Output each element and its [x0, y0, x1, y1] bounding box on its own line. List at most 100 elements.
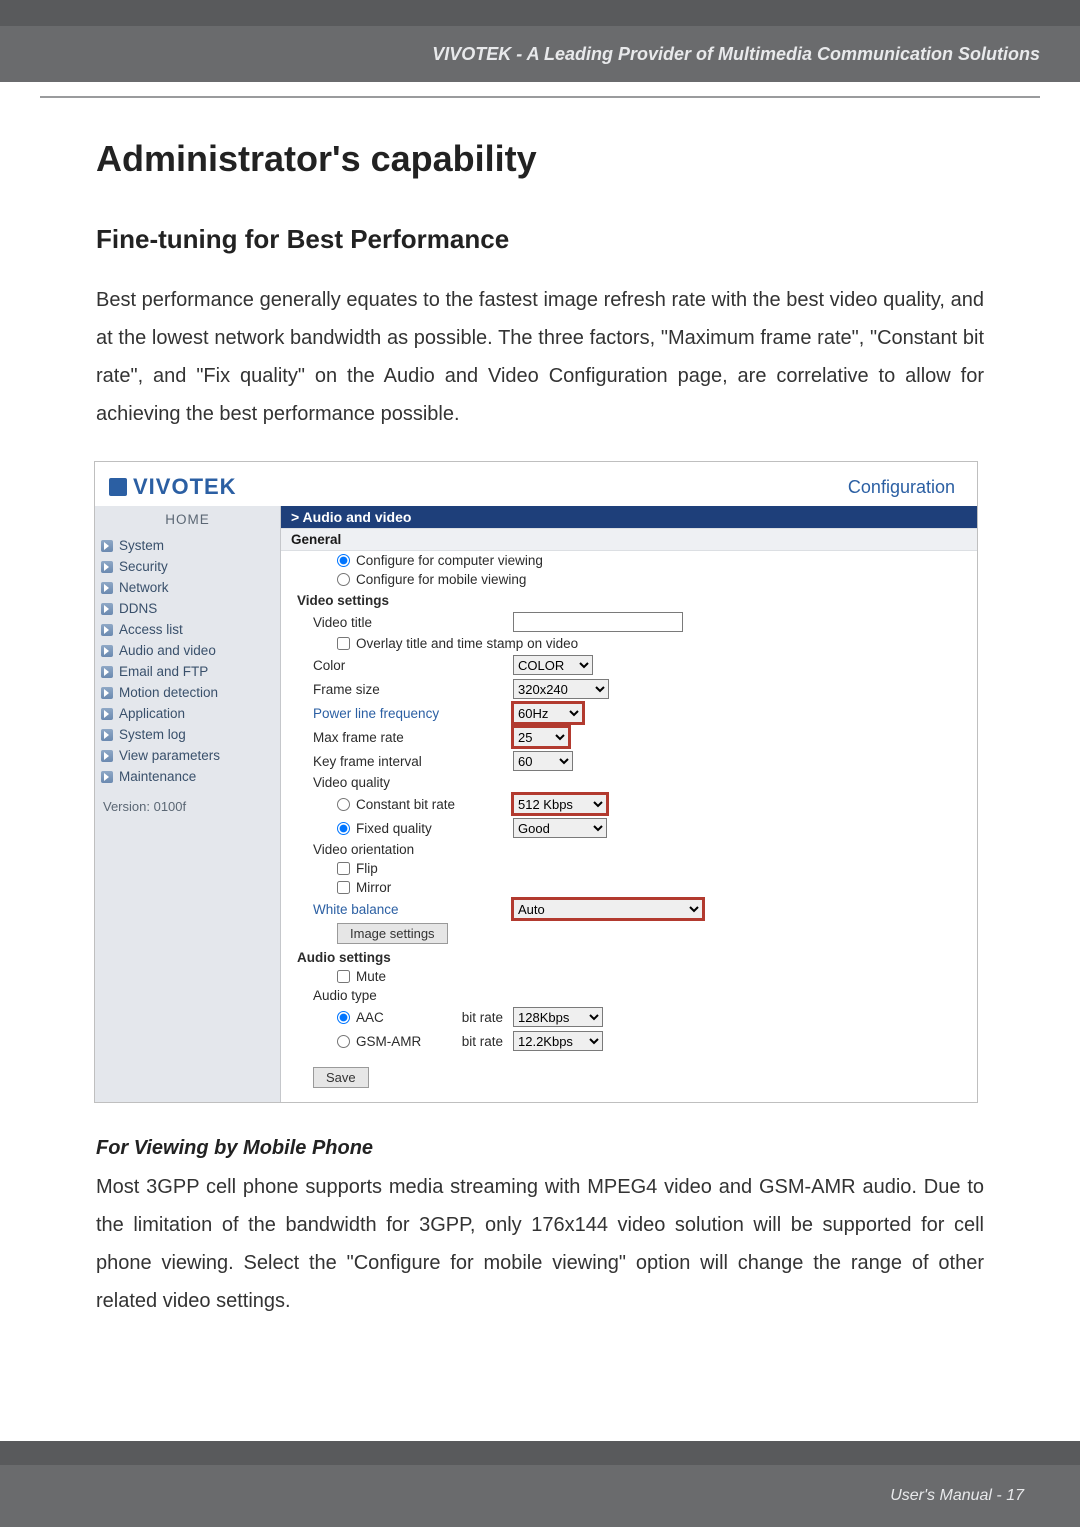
arrow-icon — [101, 624, 113, 636]
arrow-icon — [101, 729, 113, 741]
power-line-label: Power line frequency — [313, 706, 503, 721]
sidebar-item-security[interactable]: Security — [95, 556, 280, 577]
key-frame-select[interactable]: 60 — [513, 751, 573, 771]
checkbox-label: Flip — [356, 861, 378, 876]
config-screenshot: VIVOTEK Configuration HOME System Securi… — [94, 461, 978, 1103]
gsm-bitrate-label: bit rate — [447, 1034, 503, 1049]
radio-label: Configure for mobile viewing — [356, 572, 526, 587]
top-band — [0, 0, 1080, 26]
radio-gsm-amr[interactable]: GSM-AMR — [337, 1034, 437, 1049]
sidebar-item-label: System log — [119, 727, 186, 742]
radio-label: GSM-AMR — [356, 1034, 421, 1049]
arrow-icon — [101, 687, 113, 699]
radio-fixed-quality[interactable]: Fixed quality — [337, 821, 503, 836]
main-panel: > Audio and video General Configure for … — [281, 506, 977, 1102]
video-settings-heading: Video settings — [281, 589, 977, 610]
mute-checkbox[interactable]: Mute — [337, 969, 386, 984]
header-band: VIVOTEK - A Leading Provider of Multimed… — [0, 26, 1080, 82]
arrow-icon — [101, 540, 113, 552]
aac-bitrate-select[interactable]: 128Kbps — [513, 1007, 603, 1027]
sidebar-item-system-log[interactable]: System log — [95, 724, 280, 745]
audio-type-label: Audio type — [313, 988, 503, 1003]
checkbox-label: Overlay title and time stamp on video — [356, 636, 578, 651]
logo-text: VIVOTEK — [133, 474, 237, 500]
color-label: Color — [313, 658, 503, 673]
sidebar-item-ddns[interactable]: DDNS — [95, 598, 280, 619]
radio-aac[interactable]: AAC — [337, 1010, 437, 1025]
page-title: Administrator's capability — [96, 138, 984, 180]
footer-top-band — [0, 1441, 1080, 1465]
key-frame-label: Key frame interval — [313, 754, 503, 769]
sidebar-item-label: View parameters — [119, 748, 220, 763]
sidebar-item-view-parameters[interactable]: View parameters — [95, 745, 280, 766]
video-orientation-label: Video orientation — [313, 842, 503, 857]
mobile-paragraph: Most 3GPP cell phone supports media stre… — [96, 1168, 984, 1320]
radio-label: Configure for computer viewing — [356, 553, 543, 568]
white-balance-select[interactable]: Auto — [513, 899, 703, 919]
constant-bitrate-select[interactable]: 512 Kbps — [513, 794, 607, 814]
sidebar-item-label: Audio and video — [119, 643, 216, 658]
version-label: Version: 0100f — [95, 787, 280, 826]
sidebar-item-label: Security — [119, 559, 168, 574]
power-line-select[interactable]: 60Hz — [513, 703, 583, 723]
breadcrumb: > Audio and video — [281, 506, 977, 528]
sidebar-item-access-list[interactable]: Access list — [95, 619, 280, 640]
arrow-icon — [101, 771, 113, 783]
sidebar-item-maintenance[interactable]: Maintenance — [95, 766, 280, 787]
sidebar-item-label: Access list — [119, 622, 183, 637]
sidebar: HOME System Security Network DDNS Access… — [95, 506, 281, 1102]
intro-paragraph: Best performance generally equates to th… — [96, 281, 984, 433]
sidebar-item-label: Maintenance — [119, 769, 196, 784]
radio-configure-computer[interactable]: Configure for computer viewing — [337, 553, 543, 568]
sidebar-item-motion[interactable]: Motion detection — [95, 682, 280, 703]
color-select[interactable]: COLOR — [513, 655, 593, 675]
radio-constant-bitrate[interactable]: Constant bit rate — [337, 797, 503, 812]
header-tagline: VIVOTEK - A Leading Provider of Multimed… — [432, 44, 1040, 65]
video-quality-label: Video quality — [313, 775, 503, 790]
video-title-input[interactable] — [513, 612, 683, 632]
white-balance-label: White balance — [313, 902, 503, 917]
mirror-checkbox[interactable]: Mirror — [337, 880, 391, 895]
checkbox-label: Mirror — [356, 880, 391, 895]
sidebar-item-label: Application — [119, 706, 185, 721]
aac-bitrate-label: bit rate — [447, 1010, 503, 1025]
image-settings-button[interactable]: Image settings — [337, 923, 448, 944]
sidebar-item-label: Email and FTP — [119, 664, 208, 679]
mobile-subheading: For Viewing by Mobile Phone — [96, 1137, 984, 1160]
arrow-icon — [101, 750, 113, 762]
section-title: Fine-tuning for Best Performance — [96, 224, 984, 255]
arrow-icon — [101, 603, 113, 615]
save-button[interactable]: Save — [313, 1067, 369, 1088]
video-title-label: Video title — [313, 615, 503, 630]
sidebar-item-audio-video[interactable]: Audio and video — [95, 640, 280, 661]
flip-checkbox[interactable]: Flip — [337, 861, 378, 876]
arrow-icon — [101, 708, 113, 720]
sidebar-home[interactable]: HOME — [95, 506, 280, 535]
sidebar-item-network[interactable]: Network — [95, 577, 280, 598]
radio-configure-mobile[interactable]: Configure for mobile viewing — [337, 572, 526, 587]
arrow-icon — [101, 645, 113, 657]
sidebar-item-label: DDNS — [119, 601, 157, 616]
frame-size-select[interactable]: 320x240 — [513, 679, 609, 699]
page-number: User's Manual - 17 — [890, 1487, 1024, 1505]
radio-label: AAC — [356, 1010, 384, 1025]
radio-label: Constant bit rate — [356, 797, 455, 812]
audio-settings-heading: Audio settings — [281, 946, 977, 967]
general-heading: General — [281, 528, 977, 551]
sidebar-item-system[interactable]: System — [95, 535, 280, 556]
gsm-bitrate-select[interactable]: 12.2Kbps — [513, 1031, 603, 1051]
radio-label: Fixed quality — [356, 821, 432, 836]
fixed-quality-select[interactable]: Good — [513, 818, 607, 838]
max-frame-rate-select[interactable]: 25 — [513, 727, 569, 747]
vivotek-logo: VIVOTEK — [109, 474, 237, 500]
footer-band: User's Manual - 17 — [0, 1465, 1080, 1527]
arrow-icon — [101, 582, 113, 594]
sidebar-item-label: System — [119, 538, 164, 553]
overlay-checkbox[interactable]: Overlay title and time stamp on video — [337, 636, 578, 651]
sidebar-item-application[interactable]: Application — [95, 703, 280, 724]
arrow-icon — [101, 561, 113, 573]
checkbox-label: Mute — [356, 969, 386, 984]
configuration-label: Configuration — [848, 477, 955, 498]
sidebar-item-email-ftp[interactable]: Email and FTP — [95, 661, 280, 682]
max-frame-rate-label: Max frame rate — [313, 730, 503, 745]
